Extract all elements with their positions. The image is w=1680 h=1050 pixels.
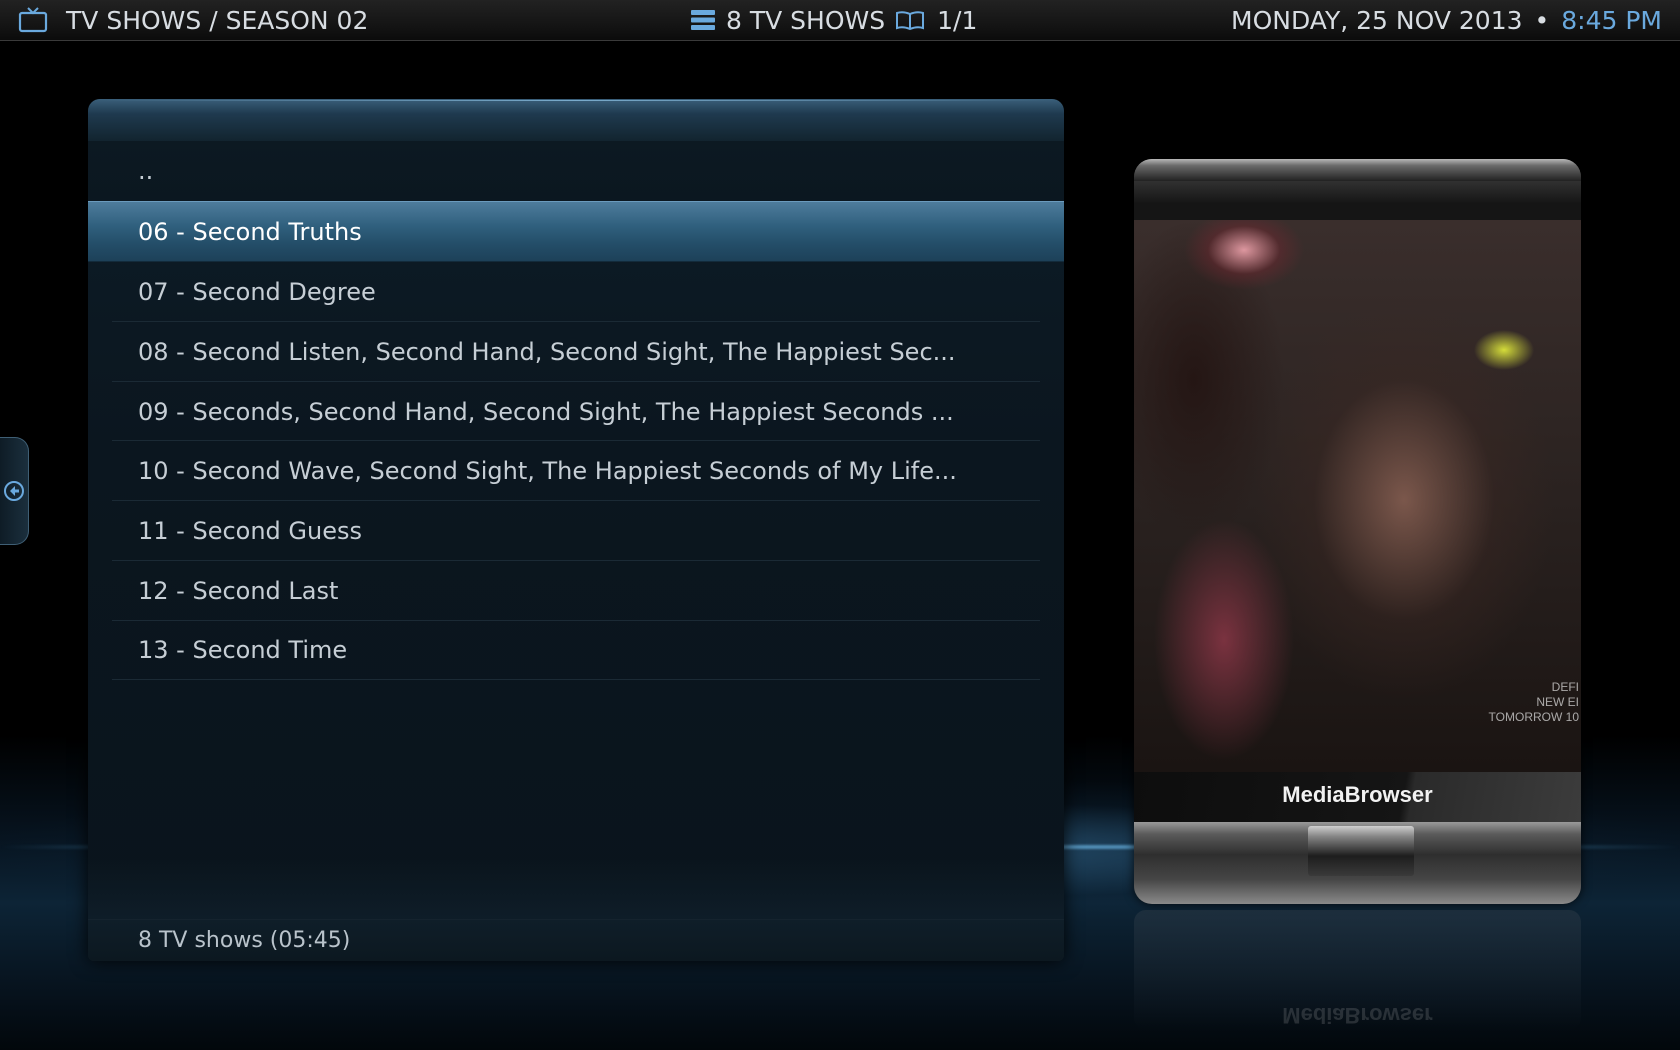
separator-dot: • bbox=[1534, 5, 1550, 35]
list-item[interactable]: 09 - Seconds, Second Hand, Second Sight,… bbox=[88, 382, 1064, 442]
list-item-label: 06 - Second Truths bbox=[138, 217, 362, 246]
list-item-label: .. bbox=[138, 156, 154, 185]
list-item[interactable]: 10 - Second Wave, Second Sight, The Happ… bbox=[88, 441, 1064, 502]
list-item[interactable]: 08 - Second Listen, Second Hand, Second … bbox=[88, 322, 1064, 382]
time-text: 8:45 PM bbox=[1561, 5, 1662, 35]
media-center-screen: TV SHOWS / SEASON 02 8 TV SHOWS 1/1 MOND… bbox=[0, 0, 1680, 1050]
episode-list-panel: .. 06 - Second Truths 07 - Second Degree… bbox=[88, 99, 1064, 961]
list-item[interactable]: 11 - Second Guess bbox=[88, 501, 1064, 561]
breadcrumb: TV SHOWS / SEASON 02 bbox=[66, 5, 369, 35]
back-arrow-icon bbox=[4, 481, 24, 501]
thumbnail-overlay-text: DEFI NEW EI TOMORROW 10 bbox=[1488, 680, 1579, 724]
tv-icon bbox=[18, 7, 48, 33]
tv-top-bevel bbox=[1134, 159, 1581, 181]
list-item-label: 10 - Second Wave, Second Sight, The Happ… bbox=[138, 457, 957, 486]
list-item-label: 13 - Second Time bbox=[138, 636, 348, 665]
list-icon bbox=[691, 10, 715, 30]
list-item[interactable]: 12 - Second Last bbox=[88, 561, 1064, 621]
panel-band bbox=[88, 859, 1064, 919]
item-count: 8 TV SHOWS bbox=[726, 5, 886, 35]
tv-reflection: MediaBrowser bbox=[1134, 910, 1581, 1030]
list-item-parent[interactable]: .. bbox=[88, 141, 1064, 201]
header-center: 8 TV SHOWS 1/1 bbox=[690, 0, 977, 40]
header-left: TV SHOWS / SEASON 02 bbox=[18, 0, 368, 40]
tv-brand-bar: MediaBrowser bbox=[1134, 772, 1581, 822]
list-item[interactable]: 06 - Second Truths bbox=[88, 200, 1064, 263]
episode-list: .. 06 - Second Truths 07 - Second Degree… bbox=[88, 141, 1064, 681]
list-item-label: 08 - Second Listen, Second Hand, Second … bbox=[138, 337, 956, 366]
list-footer: 8 TV shows (05:45) bbox=[88, 919, 1064, 961]
list-item-label: 09 - Seconds, Second Hand, Second Sight,… bbox=[138, 397, 954, 426]
list-item[interactable]: 07 - Second Degree bbox=[88, 262, 1064, 323]
tv-stand-neck bbox=[1308, 826, 1414, 876]
list-item-label: 07 - Second Degree bbox=[138, 278, 376, 307]
tv-preview: DEFI NEW EI TOMORROW 10 MediaBrowser bbox=[1134, 159, 1581, 904]
row-divider bbox=[112, 679, 1040, 681]
list-item[interactable]: 13 - Second Time bbox=[88, 621, 1064, 681]
list-item-label: 11 - Second Guess bbox=[138, 516, 362, 545]
top-bar: TV SHOWS / SEASON 02 8 TV SHOWS 1/1 MOND… bbox=[0, 0, 1680, 41]
panel-header bbox=[88, 99, 1064, 142]
book-icon bbox=[896, 11, 925, 31]
date-text: MONDAY, 25 NOV 2013 bbox=[1231, 5, 1523, 35]
list-item-label: 12 - Second Last bbox=[138, 576, 339, 605]
tv-reflection-brand: MediaBrowser bbox=[1282, 1003, 1433, 1028]
header-right: MONDAY, 25 NOV 2013 • 8:45 PM bbox=[1231, 0, 1662, 40]
episode-thumbnail: DEFI NEW EI TOMORROW 10 bbox=[1134, 220, 1581, 772]
side-menu-tab[interactable] bbox=[0, 437, 29, 545]
tv-brand-logo: MediaBrowser bbox=[1282, 782, 1433, 807]
page-indicator: 1/1 bbox=[937, 5, 978, 35]
list-summary: 8 TV shows (05:45) bbox=[138, 928, 351, 953]
